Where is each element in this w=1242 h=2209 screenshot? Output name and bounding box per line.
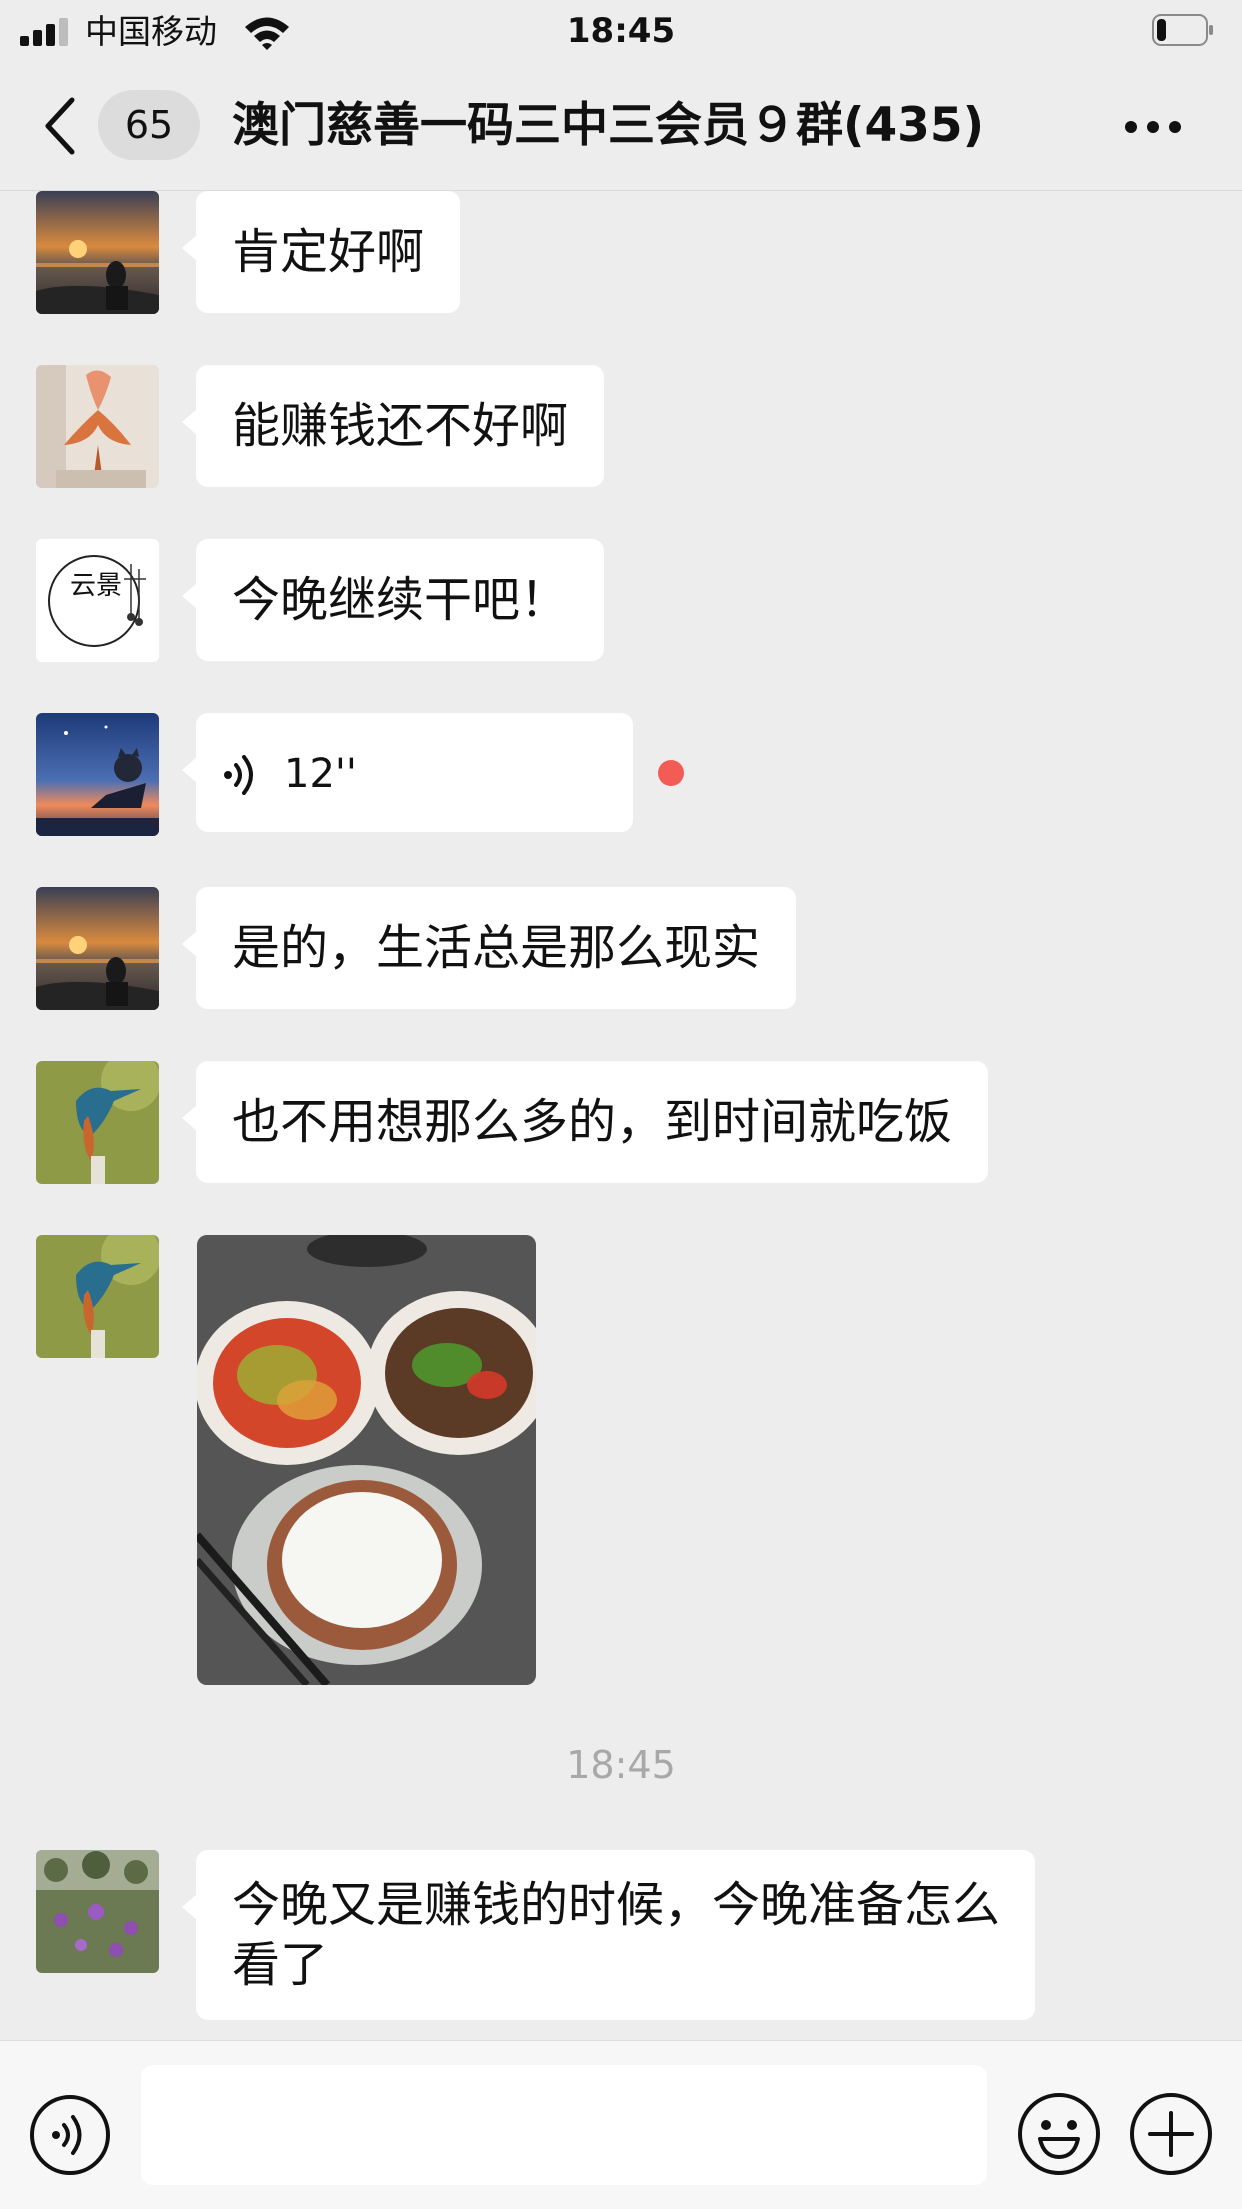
time-separator: 18:45 — [566, 1743, 676, 1787]
kingfisher-avatar[interactable] — [36, 1235, 159, 1358]
voice-wave-icon — [224, 755, 253, 795]
message-text: 是的，生活总是那么现实 — [232, 920, 761, 976]
status-time: 18:45 — [566, 11, 676, 51]
message-text: 肯定好啊 — [232, 224, 425, 280]
emoji-icon[interactable] — [1016, 2091, 1102, 2177]
flamingo-avatar[interactable] — [36, 365, 159, 488]
avatar-logo-text: 云景 — [70, 571, 122, 601]
more-dots-icon[interactable] — [1118, 102, 1188, 152]
message-text: 也不用想那么多的，到时间就吃饭 — [232, 1094, 953, 1150]
message-bubble[interactable]: 能赚钱还不好啊 — [181, 365, 605, 487]
food-photo[interactable] — [197, 1235, 536, 1685]
message-bubble[interactable]: 肯定好啊 — [181, 191, 461, 313]
message-bubble[interactable]: 今晚又是赚钱的时候，今晚准备怎么看了 — [182, 1850, 1035, 2020]
yunjing-avatar[interactable]: 云景 — [36, 539, 159, 662]
sunset-woman-avatar[interactable] — [36, 191, 159, 314]
voice-duration: 12'' — [284, 751, 357, 797]
message-text: 能赚钱还不好啊 — [232, 398, 569, 454]
battery-icon — [1152, 14, 1213, 46]
sunset-woman-avatar[interactable] — [36, 887, 159, 1010]
message-bubble[interactable]: 是的，生活总是那么现实 — [181, 887, 797, 1009]
voice-mode-icon[interactable] — [28, 2093, 112, 2177]
message-bubble[interactable]: 今晚继续干吧！ — [181, 539, 605, 661]
unread-voice-dot — [658, 760, 684, 786]
cat-sunset-avatar[interactable] — [36, 713, 159, 836]
message-list[interactable]: 肯定好啊 能赚钱还不好啊 云景 今晚继续干吧！ 12'' 是的，生活总是那么现实… — [0, 191, 1242, 2041]
message-text: 今晚又是赚钱的时候，今晚准备怎么看了 — [232, 1877, 1001, 1993]
nav-bar: 65 澳门慈善一码三中三会员９群(435) — [0, 62, 1242, 191]
message-text: 今晚继续干吧！ — [232, 572, 569, 628]
kingfisher-avatar[interactable] — [36, 1061, 159, 1184]
message-bubble[interactable]: 也不用想那么多的，到时间就吃饭 — [181, 1061, 989, 1183]
unread-count-badge[interactable]: 65 — [98, 90, 200, 160]
plus-icon[interactable] — [1128, 2091, 1214, 2177]
flowers-avatar[interactable] — [36, 1850, 159, 1973]
message-input[interactable] — [141, 2065, 987, 2185]
chat-title: 澳门慈善一码三中三会员９群(435) — [232, 98, 985, 153]
input-bar — [0, 2040, 1242, 2209]
status-bar: 中国移动 18:45 — [0, 0, 1242, 62]
chevron-left-icon[interactable] — [40, 96, 80, 156]
voice-message-bubble[interactable]: 12'' — [182, 713, 633, 832]
